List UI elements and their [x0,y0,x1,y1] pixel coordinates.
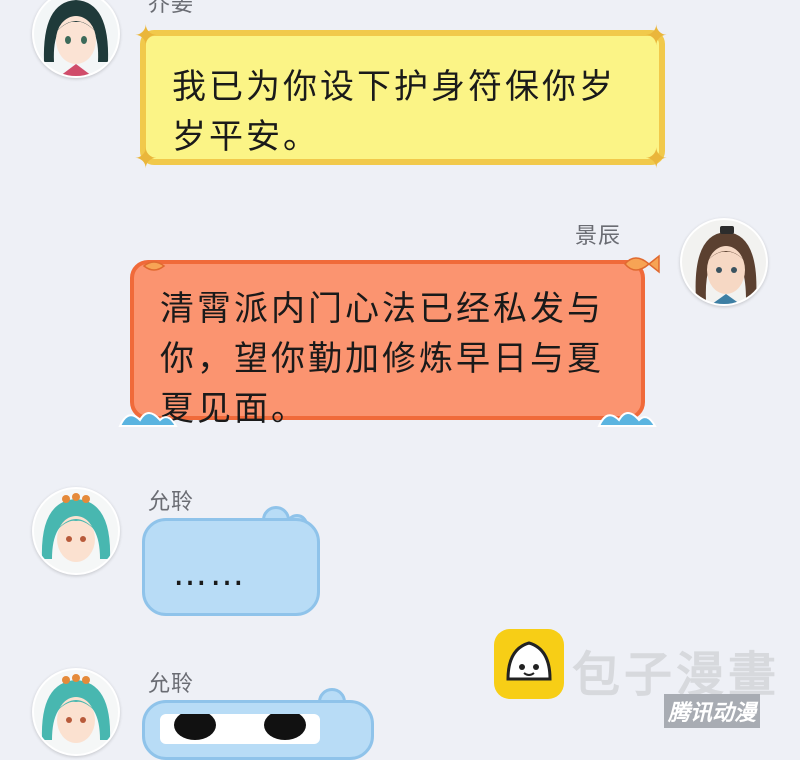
message-bubble-blue[interactable]: …… [142,518,320,616]
message-text-line: 岁平安。 [172,117,320,157]
message-bubble-orange[interactable]: 清霄派内门心法已经私发与 你，望你勤加修炼早日与夏 夏见面。 [118,254,660,429]
avatar-jingchen[interactable] [680,218,768,306]
panda-ear [264,714,306,740]
wave-decoration-icon [118,412,178,427]
message-text: …… [173,554,247,594]
fish-icon [142,261,166,271]
avatar-yunling[interactable] [32,668,120,756]
message-text-line: 我已为你设下护身符保你岁 [172,67,616,107]
message-text-line: 夏见面。 [160,389,308,429]
panda-ear [174,714,216,740]
watermark-subtitle: 腾讯动漫 [664,694,761,728]
message-text-line: 你，望你勤加修炼早日与夏 [160,339,604,379]
avatar-yunling[interactable] [32,487,120,575]
sender-name: 允聆 [148,672,195,697]
fish-icon [624,254,660,274]
message-bubble-yellow[interactable]: ✦ ✦ ✦ ✦ 我已为你设下护身符保你岁 岁平安。 [134,22,668,173]
avatar-qiaojiang[interactable] [32,0,120,78]
sparkle-icon: ✦ [644,142,671,175]
message-text-line: 清霄派内门心法已经私发与 [160,289,604,329]
wave-decoration-icon [597,412,657,427]
sparkle-icon: ✦ [134,19,161,52]
sparkle-icon: ✦ [644,19,671,52]
panda-sticker-image[interactable] [160,714,320,744]
sparkle-icon: ✦ [134,142,161,175]
baozi-logo-icon [494,629,564,699]
sender-name: 景辰 [575,224,622,249]
sender-name: 允聆 [148,490,195,515]
sender-name: 乔姜 [148,0,195,17]
